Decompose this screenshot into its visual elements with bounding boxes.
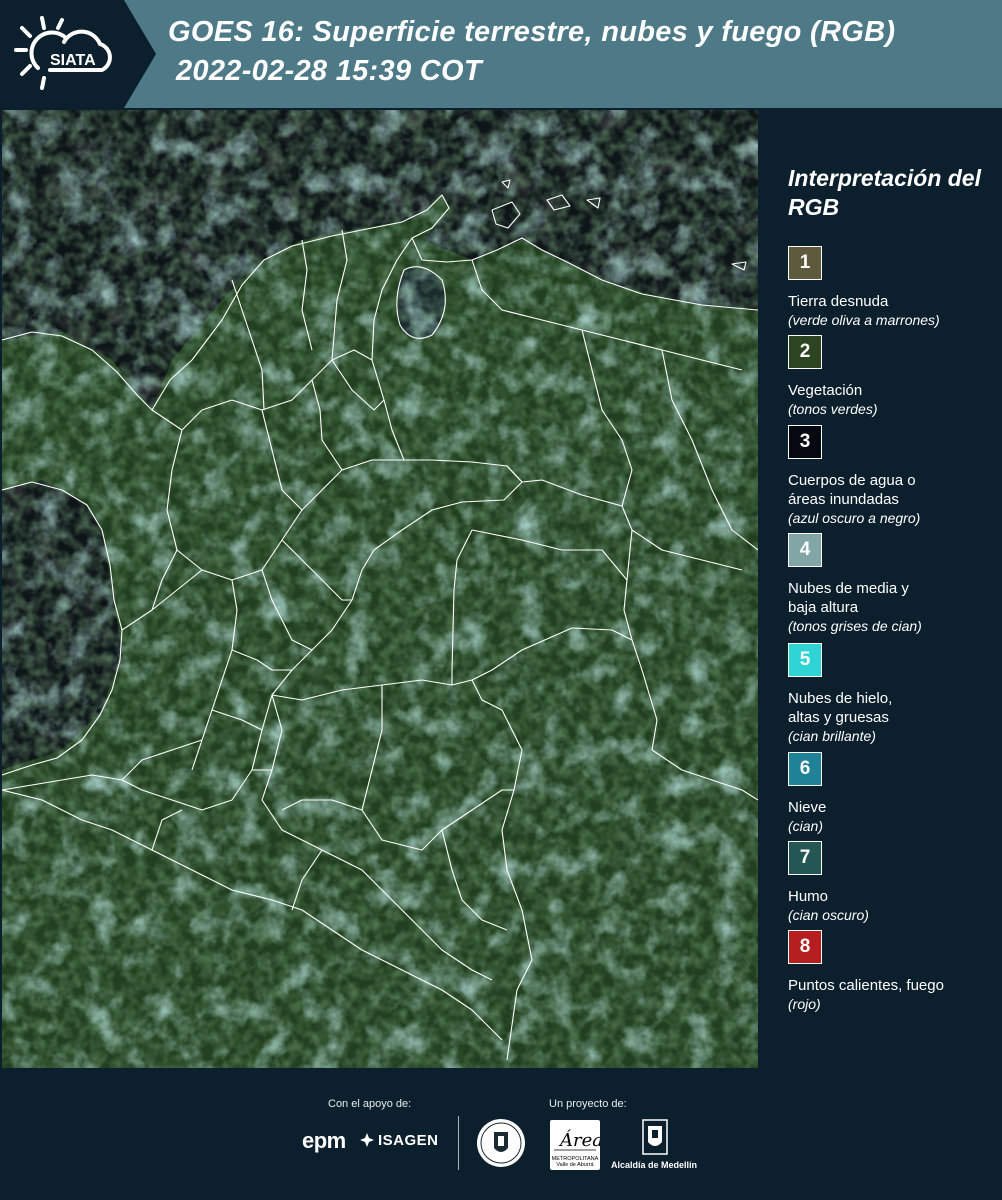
legend-label: Puntos calientes, fuego [788,977,944,994]
legend-desc: (cian) [788,818,824,834]
legend-item-water: 3 Cuerpos de agua o áreas inundadas (azu… [788,425,998,528]
legend-swatch: 2 [788,335,822,369]
legend-desc: (verde oliva a marrones) [788,312,940,328]
project-label: Un proyecto de: [549,1098,627,1110]
legend-item-smoke: 7 Humo (cian oscuro) [788,841,998,925]
legend-desc: (cian brillante) [788,728,876,744]
legend-item-fire: 8 Puntos calientes, fuego (rojo) [788,930,998,1014]
footer-divider [458,1116,459,1170]
legend-item-snow: 6 Nieve (cian) [788,752,998,836]
legend-swatch: 8 [788,930,822,964]
legend-swatch: 5 [788,643,822,677]
timestamp: 2022-02-28 15:39 COT [176,55,482,87]
amva-logo: Área METROPOLITANA Valle de Aburrá [550,1120,600,1170]
legend-swatch: 1 [788,246,822,280]
footer: Con el apoyo de: Un proyecto de: epm ISA… [0,1070,1002,1200]
legend-desc: (tonos grises de cian) [788,618,922,634]
legend-desc: (tonos verdes) [788,401,878,417]
brand-text: SIATA [50,52,96,69]
sun-cloud-icon: SIATA [14,16,112,90]
legend-swatch: 3 [788,425,822,459]
legend-item-low-clouds: 4 Nubes de media y baja altura (tonos gr… [788,533,998,636]
legend-item-bare-soil: 1 Tierra desnuda (verde oliva a marrones… [788,246,998,330]
isagen-mark-icon [360,1133,374,1147]
amva-script-icon: Área [554,1128,600,1151]
siata-logo: SIATA [0,0,156,108]
legend-swatch: 6 [788,752,822,786]
legend-swatch: 4 [788,533,822,567]
legend-swatch: 7 [788,841,822,875]
isagen-text: ISAGEN [378,1132,439,1149]
legend-item-vegetation: 2 Vegetación (tonos verdes) [788,335,998,419]
legend-label: Nubes de hielo, altas y gruesas [788,690,893,726]
university-seal-icon [477,1119,525,1167]
satellite-map[interactable] [2,110,758,1068]
legend-item-ice-clouds: 5 Nubes de hielo, altas y gruesas (cian … [788,643,998,746]
legend-label: Humo [788,888,829,905]
medellin-text: Alcaldía de Medellín [611,1160,698,1170]
rgb-composite-image [2,110,758,1068]
legend-panel: Interpretación del RGB 1 Tierra desnuda … [760,110,1002,1068]
header-bar: SIATA GOES 16: Superficie terrestre, nub… [0,0,1002,108]
amva-text: METROPOLITANA Valle de Aburrá [551,1156,599,1168]
legend-desc: (cian oscuro) [788,907,869,923]
amva-script-text: Área [558,1128,600,1151]
support-label: Con el apoyo de: [328,1098,412,1110]
legend-desc: (azul oscuro a negro) [788,510,921,526]
legend-label: Tierra desnuda [788,293,889,310]
legend-label: Vegetación [788,382,863,399]
page-title: GOES 16: Superficie terrestre, nubes y f… [168,16,896,48]
cloud-layer [2,110,758,1068]
legend-title: Interpretación del RGB [788,165,981,220]
legend-label: Nieve [788,799,827,816]
legend-label: Nubes de media y baja altura [788,580,909,616]
legend-label: Cuerpos de agua o áreas inundadas [788,472,916,508]
legend-desc: (rojo) [788,996,821,1012]
isagen-logo: ISAGEN [360,1132,439,1149]
medellin-seal-icon [642,1119,668,1155]
epm-logo: epm [302,1128,346,1153]
